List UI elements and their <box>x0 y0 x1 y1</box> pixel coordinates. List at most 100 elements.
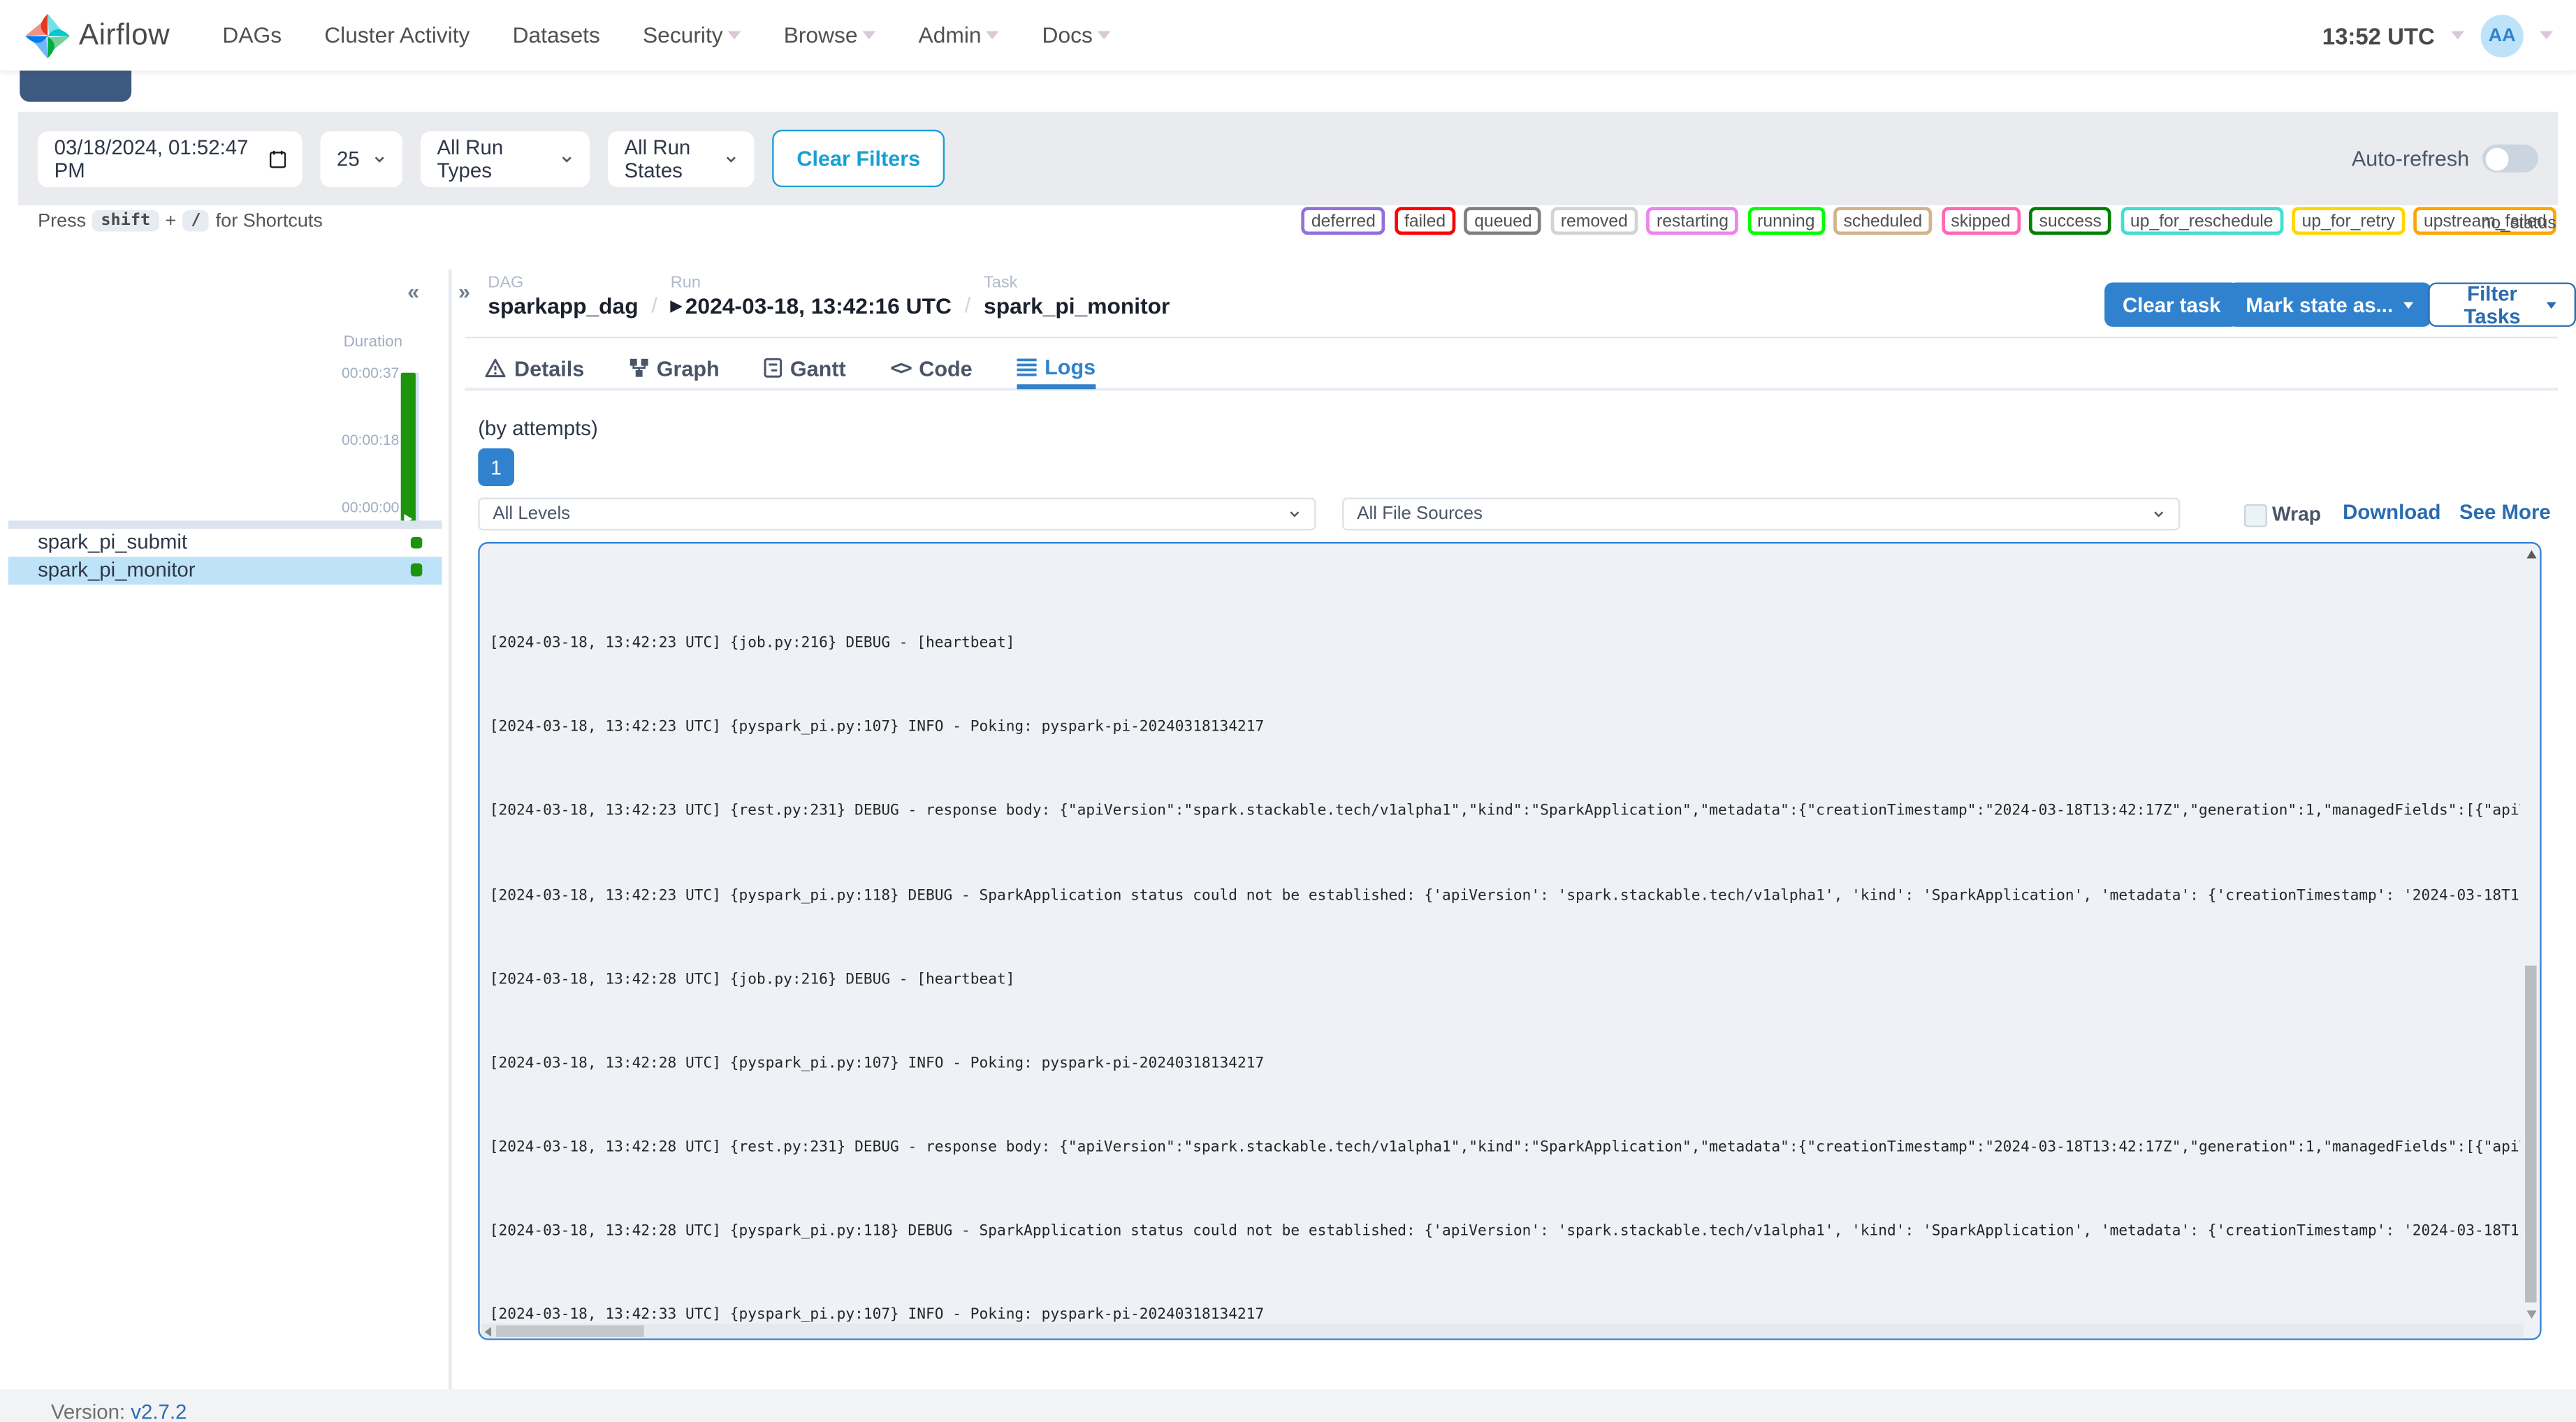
nav-item-dags[interactable]: DAGs <box>222 23 282 47</box>
run-types-select[interactable]: All Run Types <box>420 130 590 186</box>
duration-axis-label: Duration <box>343 333 403 352</box>
state-badge[interactable]: failed <box>1394 207 1456 235</box>
state-badge[interactable]: restarting <box>1646 207 1739 235</box>
wrap-checkbox[interactable] <box>2244 504 2267 527</box>
breadcrumb-dag[interactable]: DAG sparkapp_dag <box>488 274 638 318</box>
run-states-select[interactable]: All Run States <box>608 130 755 186</box>
shortcut-hint: Press shift + / for Shortcuts <box>38 210 323 232</box>
chevron-down-icon <box>862 31 876 40</box>
panel-divider[interactable] <box>447 269 451 1390</box>
header-divider <box>465 337 2559 339</box>
version-text: Version: v2.7.2 <box>51 1401 187 1422</box>
clear-filters-button[interactable]: Clear Filters <box>772 129 945 188</box>
horizontal-scrollbar[interactable] <box>481 1324 2524 1339</box>
utc-clock[interactable]: 13:52 UTC <box>2322 22 2435 49</box>
nav-item-docs[interactable]: Docs <box>1042 23 1111 47</box>
auto-refresh-toggle[interactable] <box>2482 144 2538 173</box>
duration-axis-band <box>8 520 442 529</box>
manual-run-play-icon: ▶ <box>670 297 683 314</box>
log-line: [2024-03-18, 13:42:28 UTC] {pyspark_pi.p… <box>489 1055 1265 1072</box>
state-badge[interactable]: scheduled <box>1833 207 1933 235</box>
collapse-sidebar-icon[interactable]: « <box>407 279 419 304</box>
state-badge[interactable]: up_for_reschedule <box>2120 207 2283 235</box>
chevron-down-icon <box>2154 511 2164 518</box>
run-duration-bar[interactable] <box>400 372 419 529</box>
state-badge[interactable]: deferred <box>1301 207 1386 235</box>
page-size-select[interactable]: 25 <box>320 130 403 186</box>
breadcrumb-task[interactable]: Task spark_pi_monitor <box>984 274 1170 318</box>
task-state-square-success[interactable] <box>409 536 423 549</box>
download-link[interactable]: Download <box>2343 501 2440 524</box>
mark-state-as-button[interactable]: Mark state as... <box>2227 282 2431 327</box>
avatar[interactable]: AA <box>2480 13 2524 57</box>
footer: Version: v2.7.2 <box>0 1389 2576 1422</box>
log-file-sources-select[interactable]: All File Sources <box>1342 497 2181 531</box>
tab-logs[interactable]: Logs <box>1017 350 1096 390</box>
task-row-spark-pi-monitor[interactable]: spark_pi_monitor <box>8 555 442 584</box>
log-line: [2024-03-18, 13:42:28 UTC] {pyspark_pi.p… <box>489 1223 2520 1240</box>
airflow-logo-icon <box>25 13 70 58</box>
log-line: [2024-03-18, 13:42:33 UTC] {pyspark_pi.p… <box>489 1307 1265 1324</box>
duration-tick: 00:00:18 <box>341 432 400 448</box>
task-row-spark-pi-submit[interactable]: spark_pi_submit <box>8 529 442 556</box>
expand-panel-icon[interactable]: » <box>458 279 470 304</box>
nav-item-datasets[interactable]: Datasets <box>513 23 600 47</box>
version-link[interactable]: v2.7.2 <box>131 1401 187 1422</box>
gantt-icon <box>764 358 783 378</box>
vertical-scrollbar[interactable] <box>2524 543 2540 1324</box>
log-line: [2024-03-18, 13:42:28 UTC] {rest.py:231}… <box>489 1139 2520 1157</box>
attempt-1-button[interactable]: 1 <box>478 448 514 487</box>
state-badge[interactable]: skipped <box>1941 207 2021 235</box>
nav-item-security[interactable]: Security <box>643 23 741 47</box>
breadcrumb-run[interactable]: Run ▶ 2024-03-18, 13:42:16 UTC <box>671 274 952 318</box>
state-legend: deferred failed queued removed restartin… <box>1301 207 2556 235</box>
chevron-down-icon <box>2546 301 2556 308</box>
breadcrumb-separator: / <box>964 292 971 317</box>
task-state-square-success[interactable] <box>409 564 423 576</box>
see-more-link[interactable]: See More <box>2459 501 2551 524</box>
wrap-label: Wrap <box>2271 502 2322 526</box>
logs-icon <box>1017 359 1037 377</box>
log-output-panel[interactable]: [2024-03-18, 13:42:23 UTC] {job.py:216} … <box>478 541 2542 1340</box>
scroll-down-arrow-icon[interactable] <box>2526 1310 2537 1319</box>
chevron-down-icon[interactable] <box>2451 31 2465 40</box>
state-badge[interactable]: running <box>1747 207 1825 235</box>
auto-refresh-label: Auto-refresh <box>2351 146 2470 171</box>
scroll-up-arrow-icon[interactable] <box>2526 550 2537 559</box>
tab-code[interactable]: <> Code <box>890 348 972 387</box>
tab-gantt[interactable]: Gantt <box>764 348 846 387</box>
chevron-down-icon[interactable] <box>2540 31 2554 40</box>
chevron-down-icon <box>374 156 384 162</box>
nav-item-browse[interactable]: Browse <box>784 23 876 47</box>
top-navbar: Airflow DAGs Cluster Activity Datasets S… <box>0 0 2576 71</box>
filter-tasks-button[interactable]: Filter Tasks <box>2428 281 2576 328</box>
shift-key: shift <box>92 210 159 232</box>
warning-triangle-icon <box>485 358 506 378</box>
detail-tabs: Details Graph Gantt <> Code Logs <box>465 348 2559 391</box>
filter-bar: 03/18/2024, 01:52:47 PM 25 All Run Types… <box>17 111 2559 205</box>
log-levels-select[interactable]: All Levels <box>478 497 1316 531</box>
tab-details[interactable]: Details <box>485 348 584 387</box>
base-date-input[interactable]: 03/18/2024, 01:52:47 PM <box>38 130 303 186</box>
state-badge[interactable]: up_for_retry <box>2292 207 2405 235</box>
state-badge[interactable]: removed <box>1550 207 1638 235</box>
chevron-down-icon <box>562 156 572 162</box>
tab-graph[interactable]: Graph <box>629 348 720 387</box>
chevron-down-icon <box>1097 31 1111 40</box>
state-badge[interactable]: success <box>2029 207 2111 235</box>
nav-links: DAGs Cluster Activity Datasets Security … <box>222 23 1111 47</box>
toggle-knob <box>2484 147 2508 170</box>
state-badge[interactable]: queued <box>1464 207 1542 235</box>
clear-task-button[interactable]: Clear task <box>2104 282 2239 327</box>
scroll-left-arrow-icon[interactable] <box>484 1326 492 1336</box>
horizontal-scrollbar-thumb[interactable] <box>496 1325 644 1337</box>
chevron-down-icon <box>727 31 741 40</box>
vertical-scrollbar-thumb[interactable] <box>2525 965 2537 1303</box>
auto-refresh-control: Auto-refresh <box>2351 144 2538 173</box>
airflow-brand[interactable]: Airflow <box>23 10 170 60</box>
nav-item-cluster-activity[interactable]: Cluster Activity <box>324 23 470 47</box>
duration-tick: 00:00:37 <box>341 365 400 381</box>
log-line: [2024-03-18, 13:42:23 UTC] {job.py:216} … <box>489 636 1015 652</box>
nav-item-admin[interactable]: Admin <box>919 23 1000 47</box>
brand-text: Airflow <box>78 17 170 51</box>
